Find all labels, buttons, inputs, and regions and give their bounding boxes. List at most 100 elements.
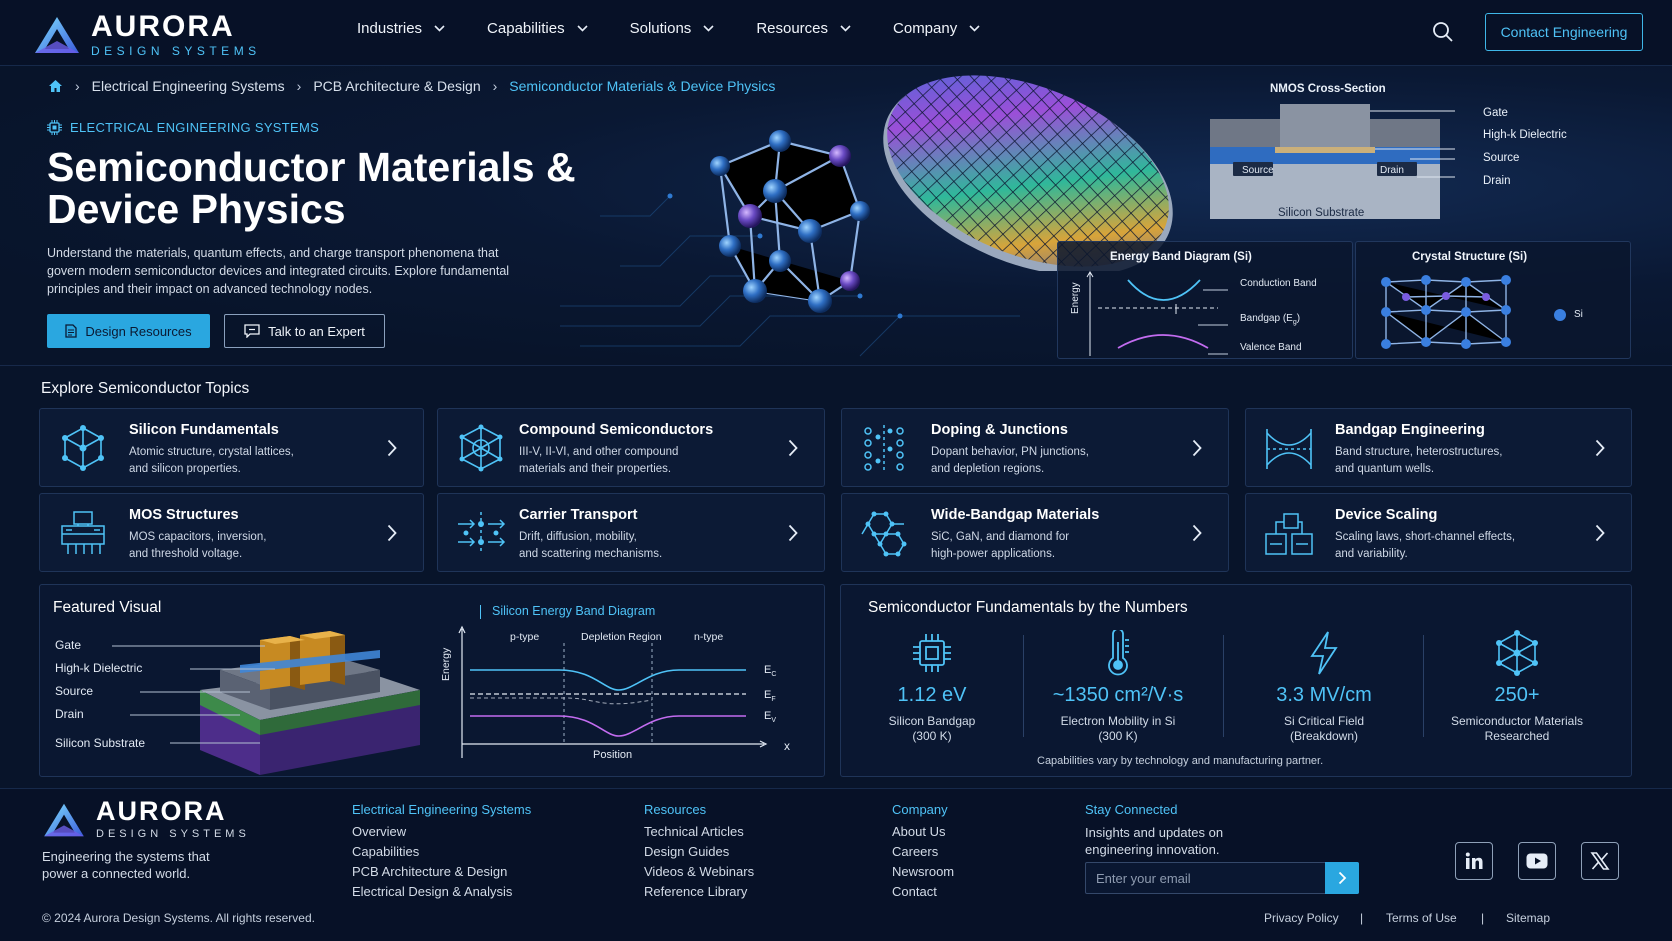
footer-link[interactable]: Technical Articles xyxy=(644,824,754,844)
x-icon xyxy=(1590,852,1610,870)
aurora-logo-icon xyxy=(35,17,79,53)
chevron-right-icon xyxy=(1192,524,1202,542)
footer-link[interactable]: Newsroom xyxy=(892,864,954,884)
button-label: Design Resources xyxy=(85,323,192,339)
topic-card-title: Compound Semiconductors xyxy=(519,422,714,438)
topic-card-desc: MOS capacitors, inversion, and threshold … xyxy=(129,531,267,560)
footer-link[interactable]: Capabilities xyxy=(352,844,531,864)
footer-link[interactable]: Videos & Webinars xyxy=(644,864,754,884)
nav-label: Resources xyxy=(756,20,829,37)
featured-visual-panel: Featured Visual Gate High-k Dielectric S… xyxy=(39,584,825,777)
topic-card-title: Device Scaling xyxy=(1335,507,1438,523)
band-chart-title: Silicon Energy Band Diagram xyxy=(492,604,656,618)
topic-card-silicon-fundamentals[interactable]: Silicon Fundamentals Atomic structure, c… xyxy=(39,408,424,487)
topic-card-bandgap-engineering[interactable]: Bandgap Engineering Band structure, hete… xyxy=(1245,408,1632,487)
talk-to-expert-button[interactable]: Talk to an Expert xyxy=(224,314,385,348)
design-resources-button[interactable]: Design Resources xyxy=(47,314,210,348)
brand-name: AURORA xyxy=(96,796,227,826)
chevron-down-icon xyxy=(969,25,980,32)
home-icon[interactable] xyxy=(48,79,63,93)
footer-link[interactable]: Careers xyxy=(892,844,954,864)
ev-label: EV xyxy=(764,710,777,725)
chevron-right-icon xyxy=(1595,439,1605,457)
crystal-structure-panel: Crystal Structure (Si) Si xyxy=(1355,241,1631,359)
nav-resources[interactable]: Resources xyxy=(756,20,851,37)
nav-label: Solutions xyxy=(629,20,692,37)
subscribe-button[interactable] xyxy=(1325,862,1359,894)
legal-separator: | xyxy=(1481,911,1485,925)
contact-engineering-button[interactable]: Contact Engineering xyxy=(1485,13,1643,51)
nav-industries[interactable]: Industries xyxy=(357,20,445,37)
footer-heading: Resources xyxy=(644,802,707,817)
terms-link[interactable]: Terms of Use xyxy=(1386,911,1457,925)
footer-link[interactable]: Contact xyxy=(892,884,954,904)
band-structure-icon xyxy=(1266,429,1312,469)
topic-card-title: Wide-Bandgap Materials xyxy=(931,507,1100,523)
featured-leader-lines xyxy=(112,645,275,744)
footer-link[interactable]: Reference Library xyxy=(644,884,754,904)
thermometer-icon xyxy=(1108,630,1129,676)
search-icon xyxy=(1433,22,1453,42)
topic-card-mos-structures[interactable]: MOS Structures MOS capacitors, inversion… xyxy=(39,493,424,572)
footer-heading: Electrical Engineering Systems xyxy=(352,802,532,817)
breadcrumb-item[interactable]: PCB Architecture & Design xyxy=(313,78,480,94)
newsletter-form xyxy=(1085,862,1359,894)
stat-label: Silicon Bandgap (300 K) xyxy=(888,714,976,743)
footer-link[interactable]: Design Guides xyxy=(644,844,754,864)
footer-link[interactable]: Electrical Design & Analysis xyxy=(352,884,531,904)
eyebrow-label: ELECTRICAL ENGINEERING SYSTEMS xyxy=(70,120,320,135)
topic-card-wide-bandgap[interactable]: Wide-Bandgap Materials SiC, GaN, and dia… xyxy=(841,493,1229,572)
chart-title-marker xyxy=(480,605,481,619)
chevron-right-icon xyxy=(1595,524,1605,542)
nmos-title: NMOS Cross-Section xyxy=(1270,83,1386,95)
chevron-right-icon xyxy=(1338,871,1346,885)
brand-logo[interactable]: AURORA DESIGN SYSTEMS xyxy=(33,12,261,58)
chevron-down-icon xyxy=(434,25,445,32)
search-button[interactable] xyxy=(1432,21,1454,43)
hex-lattice-icon xyxy=(861,511,907,557)
newsletter-text: Insights and updates on engineering innov… xyxy=(1085,825,1224,857)
energy-band-title: Energy Band Diagram (Si) xyxy=(1110,251,1252,263)
stat-value: ~1350 cm²/V·s xyxy=(1052,684,1184,706)
footer-logo[interactable]: AURORA DESIGN SYSTEMS xyxy=(42,798,250,841)
footer-link[interactable]: About Us xyxy=(892,824,954,844)
sitemap-link[interactable]: Sitemap xyxy=(1506,911,1550,925)
topic-card-compound-semiconductors[interactable]: Compound Semiconductors III-V, II-VI, an… xyxy=(437,408,825,487)
legal-separator: | xyxy=(1360,911,1364,925)
crystal-cube-icon xyxy=(459,424,503,472)
chip-icon xyxy=(913,634,951,672)
crystal-legend-label: Si xyxy=(1574,309,1583,320)
email-input[interactable] xyxy=(1086,863,1326,893)
mos-transistor-icon xyxy=(61,511,105,554)
nav-company[interactable]: Company xyxy=(893,20,980,37)
topic-card-device-scaling[interactable]: Device Scaling Scaling laws, short-chann… xyxy=(1245,493,1632,572)
nav-capabilities[interactable]: Capabilities xyxy=(487,20,588,37)
footer-link[interactable]: Overview xyxy=(352,824,531,844)
numbers-title: Semiconductor Fundamentals by the Number… xyxy=(868,599,1188,616)
chevron-right-icon xyxy=(387,439,397,457)
crystal-lattice-illustration xyxy=(1381,275,1511,349)
youtube-link[interactable] xyxy=(1518,842,1556,880)
nmos-label-gate: Gate xyxy=(1483,107,1508,119)
topic-card-desc: Drift, diffusion, mobility, and scatterin… xyxy=(519,531,663,560)
hero-description: Understand the materials, quantum effect… xyxy=(47,246,510,296)
linkedin-link[interactable] xyxy=(1455,842,1493,880)
ec-label: EC xyxy=(764,664,777,679)
chevron-right-icon xyxy=(788,524,798,542)
topic-card-desc: Atomic structure, crystal lattices, and s… xyxy=(129,446,294,475)
topic-card-doping-junctions[interactable]: Doping & Junctions Dopant behavior, PN j… xyxy=(841,408,1229,487)
numbers-panel: Semiconductor Fundamentals by the Number… xyxy=(840,584,1632,777)
nmos-cross-section xyxy=(1210,104,1455,219)
footer-col-ees: Electrical Engineering Systems Overview … xyxy=(352,802,531,904)
dopant-grid-icon xyxy=(864,425,904,471)
x-link[interactable] xyxy=(1581,842,1619,880)
silicon-band-diagram-chart xyxy=(458,625,768,758)
ef-label: EF xyxy=(764,689,776,704)
nav-solutions[interactable]: Solutions xyxy=(630,20,715,37)
nav-label: Capabilities xyxy=(487,20,565,37)
privacy-link[interactable]: Privacy Policy xyxy=(1264,911,1339,925)
atom-lattice-icon xyxy=(62,425,104,471)
breadcrumb-item[interactable]: Electrical Engineering Systems xyxy=(92,78,285,94)
topic-card-carrier-transport[interactable]: Carrier Transport Drift, diffusion, mobi… xyxy=(437,493,825,572)
footer-link[interactable]: PCB Architecture & Design xyxy=(352,864,531,884)
